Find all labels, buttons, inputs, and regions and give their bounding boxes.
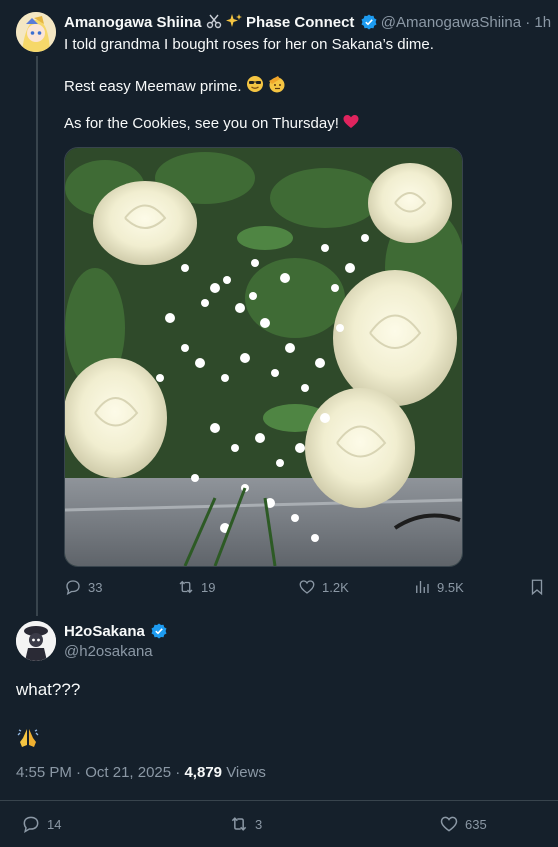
reply-meta: 4:55 PM · Oct 21, 2025 · 4,879 Views — [16, 764, 266, 782]
reply-repost-button[interactable]: 3 — [229, 814, 262, 834]
repost-icon — [231, 817, 247, 831]
heart-icon — [440, 816, 458, 832]
tweet-time[interactable]: 1h — [534, 14, 551, 31]
saluting-face-emoji-icon — [268, 75, 286, 99]
reply-action-bar: 14 3 635 — [0, 814, 558, 836]
reply-author-avatar[interactable] — [16, 621, 56, 661]
avatar-illustration-icon — [16, 12, 56, 52]
like-button[interactable]: 1.2K — [298, 578, 349, 596]
views-count: 9.5K — [437, 579, 464, 595]
reply-views-count: 4,879 — [184, 764, 223, 781]
reply-icon — [23, 816, 39, 834]
sparkles-icon — [225, 13, 242, 34]
repost-button[interactable]: 19 — [177, 578, 215, 596]
verified-badge-icon — [361, 14, 377, 30]
views-button[interactable]: 9.5K — [413, 578, 464, 596]
tweet-text-line-2-text: Rest easy Meemaw prime. — [64, 78, 242, 95]
reply-author-handle[interactable]: @h2osakana — [64, 643, 153, 661]
thread-connector-line — [36, 56, 38, 616]
heart-icon — [299, 580, 315, 594]
reply-count: 33 — [88, 579, 103, 595]
meta-separator-1: · — [76, 764, 82, 781]
tweet-header: Amanogawa Shiina Phase Connect @Amanogaw… — [64, 13, 551, 34]
reply-views-label: Views — [226, 764, 266, 781]
repost-count: 19 — [201, 579, 216, 595]
reply-author-name-row: H2oSakana — [64, 623, 167, 641]
reply-reply-count: 14 — [47, 816, 62, 832]
dot-separator: · — [525, 14, 531, 31]
reply-author-name[interactable]: H2oSakana — [64, 623, 145, 640]
repost-icon — [179, 580, 193, 594]
divider — [0, 800, 558, 801]
reply-time[interactable]: 4:55 PM — [16, 764, 72, 781]
tweet-text-line-1: I told grandma I bought roses for her on… — [64, 36, 434, 53]
tweet-text-line-3-text: As for the Cookies, see you on Thursday! — [64, 115, 339, 132]
reply-verified-badge-icon — [151, 623, 167, 639]
tweet-action-bar: 33 19 1.2K 9.5K — [64, 578, 549, 600]
reply-icon — [66, 580, 80, 596]
author-name[interactable]: Amanogawa Shiina — [64, 14, 202, 31]
reply-reply-button[interactable]: 14 — [21, 814, 61, 834]
tweet-media-photo[interactable] — [64, 147, 463, 567]
meta-separator-2: · — [175, 764, 181, 781]
avatar-character-icon — [16, 621, 56, 661]
tweet-text-line-2: Rest easy Meemaw prime. — [64, 75, 286, 99]
like-count: 1.2K — [322, 579, 349, 595]
red-heart-emoji-icon — [343, 114, 359, 136]
author-handle[interactable]: @AmanogawaShiina — [381, 14, 521, 31]
reply-repost-count: 3 — [255, 816, 263, 832]
bouquet-photo — [65, 148, 462, 566]
tweet-text-line-3: As for the Cookies, see you on Thursday! — [64, 114, 359, 136]
folded-hands-emoji-icon — [16, 726, 40, 750]
bookmark-button[interactable] — [528, 578, 552, 596]
author-avatar[interactable] — [16, 12, 56, 52]
bookmark-icon — [531, 579, 543, 596]
analytics-icon — [416, 581, 429, 593]
reply-like-count: 635 — [465, 816, 487, 832]
reply-text: what??? — [16, 680, 81, 699]
reply-date[interactable]: Oct 21, 2025 — [85, 764, 171, 781]
author-affiliation: Phase Connect — [246, 14, 355, 31]
reply-like-button[interactable]: 635 — [439, 814, 487, 834]
sunglasses-emoji-icon — [246, 75, 264, 99]
reply-button[interactable]: 33 — [64, 578, 102, 596]
scissors-icon — [206, 13, 222, 34]
